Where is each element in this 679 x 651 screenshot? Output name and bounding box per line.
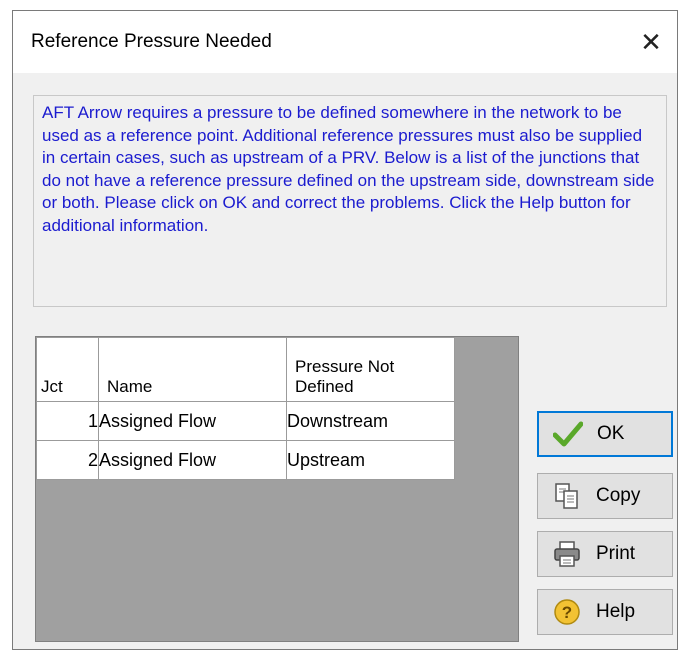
reference-pressure-dialog: Reference Pressure Needed ✕ AFT Arrow re… — [12, 10, 678, 650]
table-header-row: Jct Name Pressure Not Defined — [36, 337, 455, 402]
junction-grid[interactable]: Jct Name Pressure Not Defined 1 Assigned… — [35, 336, 519, 642]
ok-button[interactable]: OK — [537, 411, 673, 457]
table-row[interactable]: 2 Assigned Flow Upstream — [36, 440, 455, 480]
help-button-label: Help — [596, 601, 636, 622]
printer-icon — [548, 540, 586, 568]
help-button[interactable]: ? Help — [537, 589, 673, 635]
table-row[interactable]: 1 Assigned Flow Downstream — [36, 401, 455, 441]
ok-button-label: OK — [597, 423, 625, 444]
cell-name[interactable]: Assigned Flow — [98, 401, 287, 441]
copy-icon — [548, 482, 586, 510]
info-message-text: AFT Arrow requires a pressure to be defi… — [42, 103, 655, 235]
title-bar: Reference Pressure Needed ✕ — [13, 11, 677, 73]
help-icon: ? — [548, 598, 586, 626]
cell-name[interactable]: Assigned Flow — [98, 440, 287, 480]
cell-pressure-not-defined[interactable]: Downstream — [286, 401, 455, 441]
info-message-box: AFT Arrow requires a pressure to be defi… — [33, 95, 667, 307]
check-icon — [549, 421, 587, 447]
cell-jct[interactable]: 1 — [36, 401, 99, 441]
column-header-name[interactable]: Name — [98, 337, 287, 402]
junction-table: Jct Name Pressure Not Defined 1 Assigned… — [36, 337, 455, 480]
print-button[interactable]: Print — [537, 531, 673, 577]
copy-button-label: Copy — [596, 485, 641, 506]
close-button[interactable]: ✕ — [625, 11, 677, 73]
svg-text:?: ? — [562, 603, 572, 622]
print-button-label: Print — [596, 543, 636, 564]
close-icon: ✕ — [640, 26, 662, 57]
column-header-jct[interactable]: Jct — [36, 337, 99, 402]
cell-jct[interactable]: 2 — [36, 440, 99, 480]
dialog-title: Reference Pressure Needed — [31, 31, 272, 52]
column-header-pressure-not-defined[interactable]: Pressure Not Defined — [286, 337, 455, 402]
copy-button[interactable]: Copy — [537, 473, 673, 519]
cell-pressure-not-defined-selected[interactable]: Upstream — [286, 440, 455, 480]
